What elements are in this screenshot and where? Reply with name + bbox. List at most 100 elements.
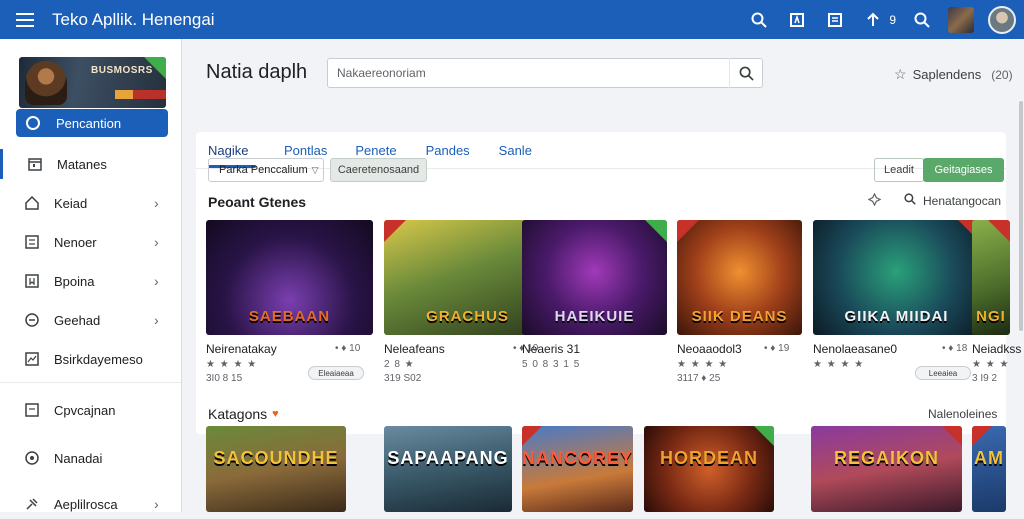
- game-card[interactable]: HAEIKUIE Neaeris 31 5 0 8 3 1 5: [522, 220, 689, 373]
- search-icon[interactable]: [747, 8, 771, 32]
- category-game-title: REGAIKON: [833, 448, 939, 468]
- section-search-link[interactable]: Henatangocan: [904, 193, 1001, 208]
- circle-icon: [26, 116, 40, 130]
- heart-icon: ♥: [272, 408, 279, 420]
- chart-icon: [24, 351, 40, 367]
- category-game-card[interactable]: REGAIKON: [811, 426, 962, 512]
- image-icon: [24, 234, 40, 250]
- game-price: 3 I9 2: [972, 373, 998, 384]
- sidebar-item-label: Nanadai: [54, 450, 103, 466]
- category-game-title: NANCOREY: [522, 448, 633, 468]
- category-game-title: SAPAAPANG: [387, 448, 509, 468]
- avatar[interactable]: [988, 5, 1016, 34]
- favorites-count: (20): [991, 67, 1013, 82]
- chevron-right-icon: ›: [154, 312, 159, 328]
- sidebar-item-bsirkdayemeso[interactable]: Bsirkdayemeso: [0, 344, 181, 374]
- game-cover-image: NGI: [972, 220, 1010, 335]
- main-content: Natia daplh Nakaereonoriam ☆ Saplendens …: [182, 39, 1024, 512]
- category-game-card[interactable]: SAPAAPANG: [384, 426, 512, 512]
- category-game-card[interactable]: NANCOREY: [522, 426, 633, 512]
- sidebar-item-label: Keiad: [54, 195, 88, 211]
- primary-action-button[interactable]: Geitagiases: [923, 158, 1004, 182]
- sidebar-divider: [0, 382, 181, 383]
- search-button[interactable]: [729, 58, 763, 88]
- sidebar-item-aeplilrosca[interactable]: Aeplilrosca ›: [0, 489, 181, 519]
- sidebar-primary-label: Pencantion: [56, 115, 122, 131]
- sidebar-item-cpvcajnan[interactable]: Cpvcajnan: [0, 395, 181, 425]
- top-app-bar: Teko Apllik. Henengai 9: [0, 0, 1024, 39]
- badge-ribbon: [645, 220, 667, 242]
- game-cover-image: SAEBAAN: [206, 220, 373, 335]
- category-game-title: HORDEAN: [659, 448, 758, 468]
- puzzle-icon: [24, 496, 40, 512]
- badge-ribbon: [754, 426, 774, 446]
- badge-ribbon: [384, 220, 406, 242]
- favorites-label: Saplendens: [912, 67, 982, 82]
- badge-ribbon: [942, 426, 962, 446]
- sidebar-item-nenoer[interactable]: Nenoer ›: [0, 227, 181, 257]
- store-icon[interactable]: [785, 8, 809, 32]
- install-pill[interactable]: Eleaiaeaa: [308, 366, 364, 380]
- section-2-title-text: Katagons: [208, 406, 268, 422]
- promo-badge: [144, 57, 166, 79]
- promo-character-image: [25, 61, 67, 105]
- sidebar-primary-button[interactable]: Pencantion: [16, 109, 168, 137]
- app-title: Teko Apllik. Henengai: [52, 9, 215, 29]
- game-meta: • ♦ 19: [764, 343, 790, 354]
- star-icon: ☆: [894, 66, 907, 82]
- section-link-label: Henatangocan: [923, 193, 1002, 208]
- game-card[interactable]: SAEBAAN Neirenatakay ★ ★ ★ ★ 3I0 8 15 • ♦ 10…: [206, 220, 373, 384]
- game-thumbnail[interactable]: [948, 6, 974, 33]
- game-name: Neaeris 31: [522, 342, 581, 356]
- sidebar-item-label: Geehad: [54, 312, 101, 328]
- game-rating: 5 0 8 3 1 5: [522, 359, 581, 370]
- category-select-value: Parka Penccalium: [219, 164, 308, 176]
- game-cover-title: SAEBAAN: [248, 308, 331, 325]
- tab-sanle[interactable]: Sanle: [499, 132, 532, 168]
- game-card[interactable]: NGI Neiadkss ★ ★ ★ 3 I9 2: [972, 220, 1021, 384]
- menu-icon[interactable]: [12, 7, 38, 33]
- game-rating: ★ ★ ★: [972, 359, 1010, 370]
- game-price: 319 S02: [384, 373, 422, 384]
- chevron-right-icon: ›: [154, 195, 159, 211]
- sidebar-item-label: Bpoina: [54, 273, 95, 289]
- search-icon: [904, 193, 916, 208]
- tab-pandes[interactable]: Pandes: [426, 132, 470, 168]
- section-2-link[interactable]: Nalenoleines: [928, 407, 997, 421]
- game-cover-image: GIIKA MIIDAI: [813, 220, 980, 335]
- install-pill[interactable]: Leeaiea: [915, 366, 971, 380]
- filter-chip[interactable]: Caeretenosaand: [330, 158, 427, 182]
- game-meta: • ♦ 18: [942, 343, 968, 354]
- document-icon: [24, 402, 40, 418]
- sidebar-item-label: Cpvcajnan: [54, 402, 116, 418]
- news-icon[interactable]: [823, 8, 847, 32]
- settings-icon[interactable]: [867, 192, 882, 209]
- sidebar-item-label: Bsirkdayemeso: [54, 351, 143, 367]
- search-icon-2[interactable]: [910, 8, 934, 32]
- promo-banner[interactable]: BUSMOSRS: [19, 57, 166, 108]
- favorites-link[interactable]: ☆ Saplendens (20): [894, 66, 1013, 83]
- category-game-card[interactable]: HORDEAN: [644, 426, 774, 512]
- section-title: Peoant Gtenes: [208, 194, 307, 210]
- game-cover-title: GIIKA MIIDAI: [844, 308, 949, 325]
- page-title: Natia daplh: [206, 61, 308, 83]
- pin-icon: [24, 450, 40, 466]
- sidebar-item-keiad[interactable]: Keiad ›: [0, 188, 181, 218]
- search-input[interactable]: Nakaereonoriam: [327, 58, 763, 88]
- category-game-card[interactable]: AM: [972, 426, 1006, 512]
- sidebar-item-geehad[interactable]: Geehad ›: [0, 305, 181, 335]
- load-button[interactable]: Leadit: [874, 158, 924, 182]
- chevron-right-icon: ›: [154, 234, 159, 250]
- scrollbar[interactable]: [1019, 101, 1023, 331]
- upload-icon[interactable]: [861, 8, 885, 32]
- sidebar-item-bpoina[interactable]: Bpoina ›: [0, 266, 181, 296]
- category-select[interactable]: Parka Penccalium ▽: [208, 158, 324, 182]
- section-2-title: Katagons ♥: [208, 406, 279, 422]
- sidebar-item-nanadai[interactable]: Nanadai: [0, 443, 181, 473]
- category-game-card[interactable]: SACOUNDHE: [206, 426, 346, 512]
- game-card[interactable]: GIIKA MIIDAI Nenolaeasane0 ★ ★ ★ ★ • ♦ 18 Le…: [813, 220, 980, 380]
- sidebar: BUSMOSRS Pencantion Matanes Keiad › Neno…: [0, 39, 182, 512]
- chevron-right-icon: ›: [154, 273, 159, 289]
- sidebar-item-matanes[interactable]: Matanes: [0, 149, 181, 179]
- notification-count: 9: [889, 12, 896, 27]
